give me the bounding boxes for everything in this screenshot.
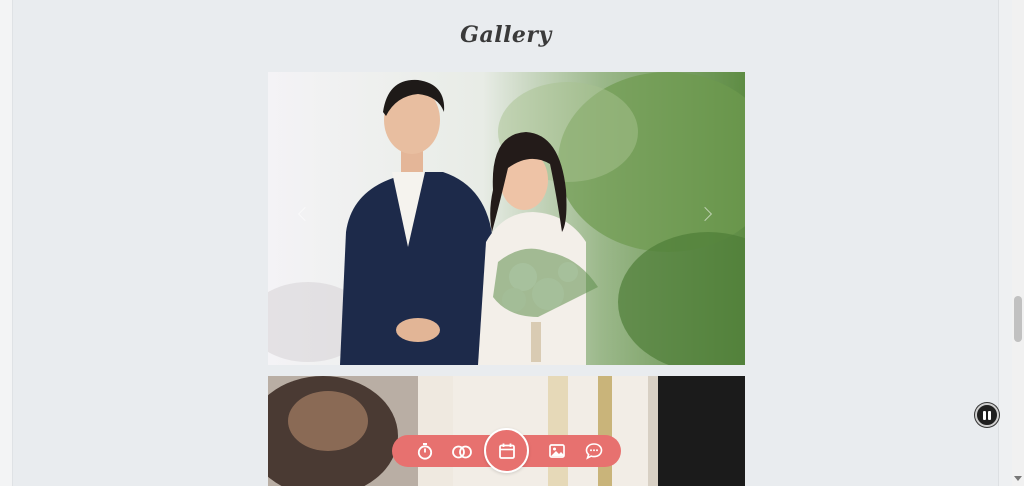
vertical-scrollbar[interactable] [1012,0,1024,486]
image-icon[interactable] [548,442,566,460]
calendar-icon [498,443,515,459]
gallery-photo-couple[interactable] [268,72,745,365]
calendar-button[interactable] [484,428,529,473]
rings-icon[interactable] [451,442,473,460]
stopwatch-icon[interactable] [416,442,434,460]
couple-photo-image [268,72,745,365]
pause-icon [983,410,986,420]
gallery-title: Gallery [460,22,552,48]
page-left-gutter [0,0,13,486]
scroll-down-arrow-icon[interactable] [1014,476,1022,481]
chat-icon[interactable] [585,442,603,460]
music-pause-button[interactable] [975,403,999,427]
scrollbar-thumb[interactable] [1014,296,1022,342]
page-right-gutter [998,0,1012,486]
